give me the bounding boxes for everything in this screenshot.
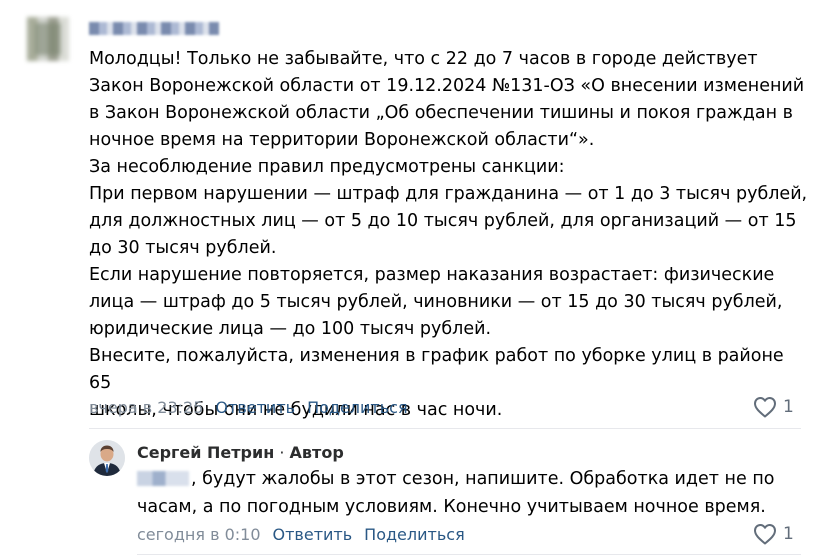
- reply-author-avatar[interactable]: [89, 440, 125, 476]
- heart-outline-icon: [754, 524, 776, 545]
- comment-divider: [89, 428, 801, 429]
- mention-blurred[interactable]: [137, 471, 189, 486]
- comment-text: Молодцы! Только не забывайте, что с 22 д…: [89, 49, 808, 420]
- author-portrait-image: [89, 440, 125, 476]
- comment-like-button[interactable]: 1: [753, 396, 794, 418]
- reply-like-button[interactable]: 1: [753, 523, 794, 545]
- author-role-badge: Автор: [289, 443, 344, 462]
- author-separator: ·: [274, 443, 290, 462]
- comment-meta: вчера в 23:25 Ответить Поделиться: [89, 398, 408, 418]
- commenter-name-blurred[interactable]: [89, 22, 219, 35]
- heart-outline-icon: [754, 397, 776, 418]
- reply-timestamp[interactable]: сегодня в 0:10: [137, 525, 261, 544]
- reply-meta: сегодня в 0:10 Ответить Поделиться: [137, 525, 465, 545]
- commenter-avatar-blurred[interactable]: [27, 17, 69, 61]
- reply-author-line: Сергей Петрин · Автор: [137, 443, 344, 462]
- share-button[interactable]: Поделиться: [307, 398, 408, 417]
- reply-author-name[interactable]: Сергей Петрин: [137, 443, 274, 462]
- reply-divider: [137, 554, 801, 555]
- comment-timestamp[interactable]: вчера в 23:25: [89, 398, 203, 417]
- reply-text-body: , будут жалобы в этот сезон, напишите. О…: [137, 469, 775, 517]
- comment-like-count: 1: [783, 397, 794, 417]
- reply-text: , будут жалобы в этот сезон, напишите. О…: [137, 465, 797, 521]
- reply-reply-button[interactable]: Ответить: [273, 525, 353, 544]
- reply-like-count: 1: [783, 524, 794, 544]
- reply-share-button[interactable]: Поделиться: [364, 525, 465, 544]
- reply-button[interactable]: Ответить: [215, 398, 295, 417]
